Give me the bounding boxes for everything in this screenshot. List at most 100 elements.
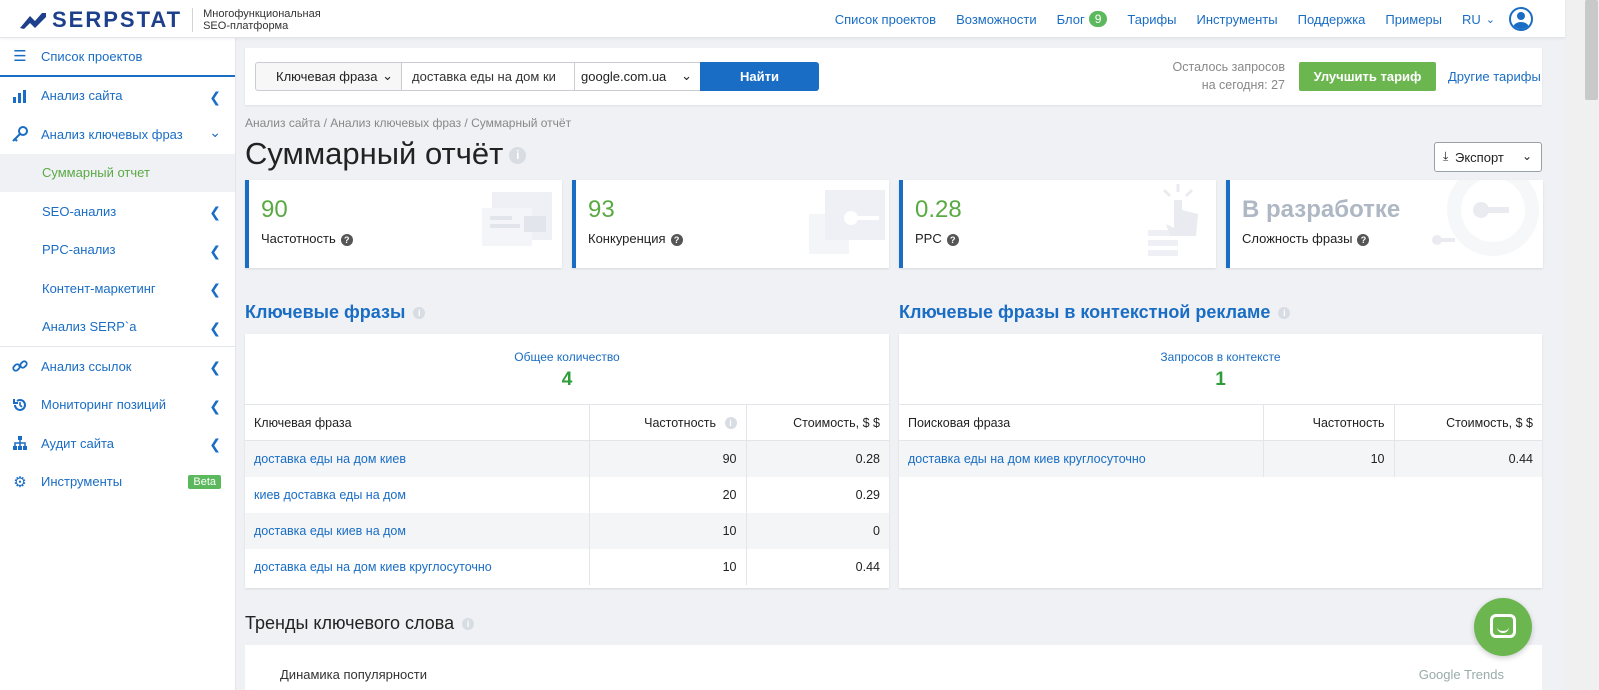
nav-blog-label: Блог	[1056, 11, 1085, 27]
page-title: Суммарный отчёт	[245, 136, 504, 171]
search-engine-select[interactable]: google.com.ua ⌄	[574, 62, 701, 91]
sidebar-item-tools[interactable]: ⚙ Инструменты Beta	[0, 463, 235, 502]
cost-cell: 0.44	[745, 548, 889, 585]
lock-dial-icon	[1432, 180, 1539, 256]
chevron-left-icon: ❮	[209, 319, 221, 336]
nav-blog[interactable]: Блог 9	[1057, 11, 1108, 27]
sidebar-item-link-analysis[interactable]: Анализ ссылок ❮	[0, 347, 235, 386]
section-title-text[interactable]: Ключевые фразы	[245, 302, 405, 322]
sidebar-item-label: Инструменты	[41, 474, 123, 490]
stat-label: Сложность фразы?	[1242, 231, 1370, 246]
sidebar-item-seo-analysis[interactable]: SEO-анализ ❮	[0, 192, 235, 231]
chevron-down-icon: ⌄	[681, 68, 692, 83]
sidebar-item-label: PPC-анализ	[42, 242, 116, 258]
language-select[interactable]: RU ⌄	[1462, 12, 1495, 27]
help-icon[interactable]: ?	[670, 234, 683, 246]
section-title-text[interactable]: Ключевые фразы в контекстной рекламе	[899, 302, 1270, 322]
find-button[interactable]: Найти	[700, 62, 819, 91]
sidebar-item-summary-report[interactable]: Суммарный отчет	[0, 153, 235, 192]
user-avatar-icon[interactable]	[1509, 7, 1533, 31]
keyword-link[interactable]: доставка еды киев на дом	[245, 512, 589, 549]
info-icon[interactable]: i	[509, 147, 527, 165]
chevron-down-icon: ⌄	[1485, 13, 1495, 26]
keyword-link[interactable]: доставка еды на дом киев круглосуточно	[245, 548, 589, 585]
upgrade-plan-button[interactable]: Улучшить тариф	[1299, 62, 1436, 91]
column-header-volume[interactable]: Частотность	[1262, 404, 1394, 441]
nav-pricing[interactable]: Тарифы	[1127, 12, 1176, 27]
sidebar-item-rank-tracker[interactable]: Мониторинг позиций ❮	[0, 386, 235, 425]
sidebar-item-site-analysis[interactable]: Анализ сайта ❮	[0, 77, 235, 116]
nav-projects[interactable]: Список проектов	[835, 12, 936, 27]
chevron-left-icon: ❮	[209, 436, 221, 452]
info-icon[interactable]: i	[724, 417, 737, 430]
table-row: киев доставка еды на дом 20 0.29	[245, 476, 889, 513]
sidebar-item-serp-analysis[interactable]: Анализ SERP`а ❮	[0, 308, 235, 347]
keyword-link[interactable]: доставка еды на дом киев круглосуточно	[899, 440, 1263, 477]
sidebar-item-ppc-analysis[interactable]: PPC-анализ ❮	[0, 231, 235, 270]
column-header-phrase[interactable]: Поисковая фраза	[899, 404, 1263, 441]
keywords-section-title: Ключевые фразы i	[245, 302, 426, 323]
breadcrumb[interactable]: Анализ сайта / Анализ ключевых фраз / Су…	[245, 116, 571, 130]
info-icon[interactable]: i	[1278, 307, 1291, 320]
chevron-left-icon: ❮	[209, 281, 221, 297]
info-icon[interactable]: i	[462, 618, 475, 631]
column-header-keyword[interactable]: Ключевая фраза	[245, 404, 589, 441]
ppc-section-title: Ключевые фразы в контекстной рекламе i	[899, 302, 1291, 323]
sidebar-item-keyword-analysis[interactable]: Анализ ключевых фраз ⌄	[0, 115, 235, 154]
sidebar-item-label: Список проектов	[41, 48, 143, 64]
chevron-left-icon: ❮	[209, 204, 221, 220]
column-header-cost[interactable]: Стоимость, $ $	[1393, 404, 1542, 441]
chevron-left-icon: ❮	[209, 88, 221, 105]
sitemap-icon	[12, 435, 28, 451]
menu-icon: ☰	[13, 48, 27, 66]
scrollbar-thumb[interactable]	[1585, 0, 1598, 100]
search-type-select[interactable]: Ключевая фраза ⌄	[255, 62, 402, 91]
top-header: SERPSTAT Многофункциональная SEO-платфор…	[0, 0, 1565, 38]
info-icon[interactable]: i	[413, 307, 426, 320]
quota-info: Осталось запросов на сегодня: 27	[1173, 58, 1285, 94]
nav-examples[interactable]: Примеры	[1385, 12, 1442, 27]
total-value: 1	[1215, 369, 1226, 390]
sidebar-item-projects[interactable]: ☰ Список проектов	[0, 38, 235, 77]
blog-count-badge: 9	[1088, 11, 1108, 27]
sidebar-item-label: Суммарный отчет	[42, 165, 150, 181]
other-plans-link[interactable]: Другие тарифы	[1448, 69, 1541, 84]
keyword-link[interactable]: киев доставка еды на дом	[245, 476, 589, 513]
chat-icon	[1490, 614, 1516, 638]
gear-icon: ⚙	[13, 473, 27, 491]
page-scrollbar[interactable]	[1565, 0, 1599, 690]
chat-button[interactable]	[1474, 598, 1532, 656]
logo-tagline: Многофункциональная SEO-платформа	[203, 8, 343, 32]
nav-tools[interactable]: Инструменты	[1197, 12, 1278, 27]
chart-window-icon	[482, 192, 552, 246]
volume-cell: 10	[1262, 440, 1394, 477]
search-type-value: Ключевая фраза	[276, 69, 378, 84]
total-label: Запросов в контексте	[1160, 350, 1281, 364]
chevron-left-icon: ❮	[209, 359, 221, 375]
sidebar-item-label: Аудит сайта	[41, 435, 115, 451]
sidebar-item-site-audit[interactable]: Аудит сайта ❮	[0, 424, 235, 463]
keyword-link[interactable]: доставка еды на дом киев	[245, 440, 589, 477]
search-input[interactable]: доставка еды на дом ки	[401, 62, 575, 91]
help-icon[interactable]: ?	[340, 234, 353, 246]
sidebar-item-content-marketing[interactable]: Контент-маркетинг ❮	[0, 269, 235, 308]
ppc-table: Поисковая фраза Частотность Стоимость, $…	[899, 404, 1542, 477]
top-nav: Список проектов Возможности Блог 9 Тарифы…	[815, 0, 1533, 38]
search-engine-value: google.com.ua	[581, 69, 667, 84]
chevron-down-icon: ⌄	[382, 68, 393, 83]
nav-features[interactable]: Возможности	[956, 12, 1037, 27]
help-icon[interactable]: ?	[1357, 234, 1370, 246]
google-trends-logo: Google Trends	[1418, 667, 1504, 682]
column-header-cost[interactable]: Стоимость, $ $	[745, 404, 889, 441]
search-panel: Ключевая фраза ⌄ доставка еды на дом ки …	[245, 48, 1542, 105]
table-header-row: Поисковая фраза Частотность Стоимость, $…	[899, 404, 1542, 441]
logo[interactable]: SERPSTAT Многофункциональная SEO-платфор…	[20, 7, 343, 33]
column-header-volume[interactable]: Частотность i	[588, 404, 746, 441]
tagline-line1: Многофункциональная	[203, 8, 321, 20]
ppc-panel: Запросов в контексте 1 Поисковая фраза Ч…	[899, 334, 1542, 588]
export-button[interactable]: ⤓ Экспорт ⌄	[1434, 142, 1542, 172]
nav-support[interactable]: Поддержка	[1298, 12, 1366, 27]
stat-label-text: PPC	[915, 231, 942, 246]
help-icon[interactable]: ?	[946, 234, 959, 246]
keywords-panel: Общее количество 4 Ключевая фраза Частот…	[245, 334, 889, 588]
